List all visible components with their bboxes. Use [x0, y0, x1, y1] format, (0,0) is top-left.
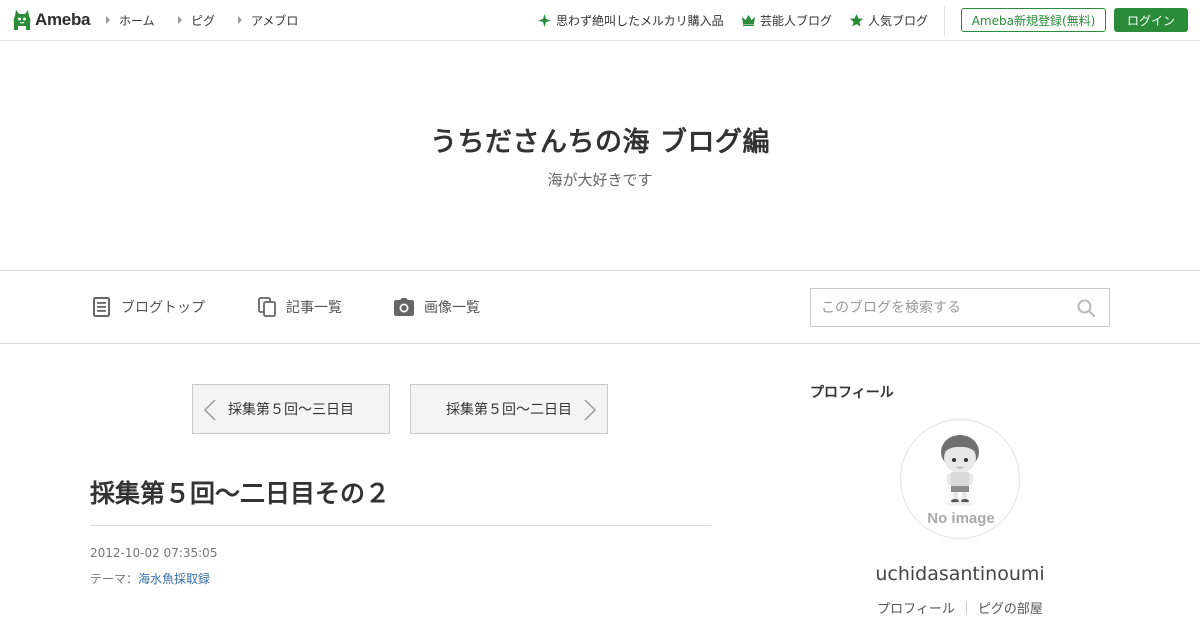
- prev-article-button[interactable]: 採集第５回～三日目: [192, 384, 390, 434]
- theme-link[interactable]: 海水魚採取録: [138, 572, 210, 586]
- article-theme: テーマ：海水魚採取録: [90, 570, 210, 587]
- search-icon[interactable]: [1077, 299, 1095, 317]
- triangle-right-icon: [106, 16, 110, 24]
- topnav-home[interactable]: ホーム: [106, 0, 155, 40]
- nav-blog-top[interactable]: ブログトップ: [93, 271, 205, 343]
- login-button[interactable]: ログイン: [1114, 8, 1188, 32]
- topbar-divider: [944, 6, 945, 36]
- article-title-divider: [90, 525, 711, 526]
- nav-image-list-label: 画像一覧: [424, 300, 480, 316]
- topnav-home-label: ホーム: [119, 13, 155, 28]
- celebrity-blog-link[interactable]: 芸能人ブログ: [742, 0, 832, 40]
- blog-title[interactable]: うちださんちの海 ブログ編: [0, 120, 1200, 159]
- topnav-pigg[interactable]: ピグ: [178, 0, 215, 40]
- pigg-room-link[interactable]: ピグの部屋: [978, 598, 1043, 617]
- profile-heading: プロフィール: [810, 385, 894, 401]
- blog-description: 海が大好きです: [547, 171, 653, 189]
- topnav-ameblo[interactable]: アメブロ: [238, 0, 298, 40]
- crown-icon: [742, 15, 755, 26]
- next-article-button[interactable]: 採集第５回～二日目: [410, 384, 608, 434]
- topnav-pigg-label: ピグ: [191, 13, 216, 28]
- theme-prefix: テーマ：: [90, 572, 139, 586]
- nav-image-list[interactable]: 画像一覧: [394, 271, 480, 343]
- link-divider: [965, 601, 967, 614]
- triangle-right-icon: [178, 16, 182, 24]
- article-datetime: 2012-10-02 07:35:05: [90, 546, 218, 560]
- prev-article-label: 採集第５回～三日目: [228, 402, 354, 418]
- avatar[interactable]: No image: [900, 419, 1020, 539]
- next-article-label: 採集第５回～二日目: [446, 402, 572, 418]
- document-icon: [93, 297, 110, 317]
- chevron-right-icon: [584, 399, 597, 421]
- triangle-right-icon: [238, 16, 242, 24]
- profile-username[interactable]: uchidasantinoumi: [810, 563, 1110, 585]
- popular-blog-label: 人気ブログ: [868, 13, 929, 28]
- celebrity-blog-label: 芸能人ブログ: [760, 13, 833, 28]
- blog-search: [810, 288, 1110, 327]
- article-title[interactable]: 採集第５回～二日目その２: [90, 474, 390, 510]
- nav-article-list-label: 記事一覧: [286, 300, 342, 316]
- copy-icon: [258, 297, 276, 317]
- profile-links: プロフィール ピグの部屋: [810, 598, 1110, 617]
- mercari-link-label: 思わず絶叫したメルカリ購入品: [556, 13, 724, 28]
- avatar-caption: No image: [927, 510, 995, 527]
- ameba-logo[interactable]: Ameba: [12, 8, 90, 32]
- chevron-left-icon: [203, 399, 216, 421]
- topnav-ameblo-label: アメブロ: [251, 13, 299, 28]
- mercari-link[interactable]: 思わず絶叫したメルカリ購入品: [538, 0, 724, 40]
- camera-icon: [394, 298, 414, 316]
- nav-article-list[interactable]: 記事一覧: [258, 271, 342, 343]
- search-input[interactable]: [811, 289, 1071, 326]
- profile-link[interactable]: プロフィール: [877, 598, 955, 617]
- nav-blog-top-label: ブログトップ: [121, 300, 205, 316]
- ameba-mascot-icon: [13, 10, 31, 30]
- logo-text: Ameba: [35, 10, 91, 29]
- top-bar: Ameba ホーム ピグ アメブロ 思わず絶叫したメルカリ購入品 芸能人ブログ …: [0, 0, 1200, 41]
- blog-nav: ブログトップ 記事一覧 画像一覧: [0, 270, 1200, 344]
- register-button[interactable]: Ameba新規登録(無料): [961, 8, 1106, 32]
- popular-blog-link[interactable]: 人気ブログ: [850, 0, 928, 40]
- star-icon: [850, 13, 863, 26]
- sparkle-icon: [538, 13, 551, 27]
